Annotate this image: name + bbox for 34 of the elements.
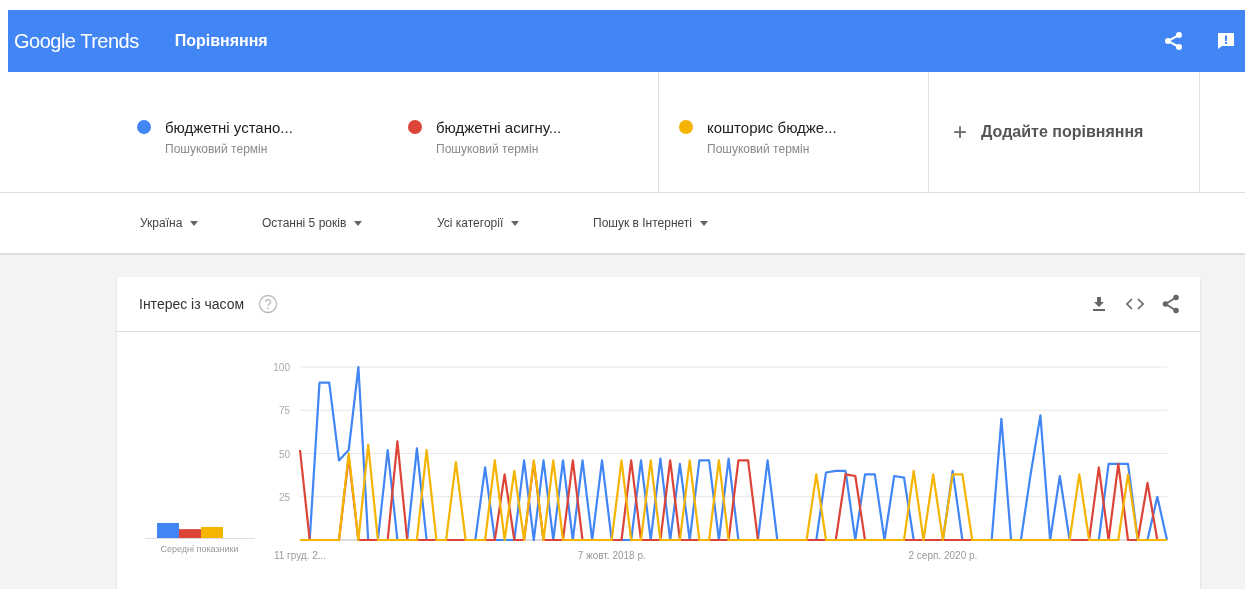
filter-dropdown[interactable]: Пошук в Інтернеті	[593, 214, 743, 232]
term-type: Пошуковий термін	[707, 140, 811, 158]
term-name: бюджетні асигну...	[436, 118, 562, 138]
term-name: бюджетні устано...	[165, 118, 293, 138]
caret-icon	[511, 220, 520, 226]
term-type: Пошуковий термін	[436, 140, 540, 158]
share-icon[interactable]	[1162, 294, 1180, 314]
x-axis-label: 2 серп. 2020 р.	[908, 550, 978, 561]
caret-icon	[190, 220, 199, 226]
add-comparison-button[interactable]: + Додайте порівняння	[928, 72, 1200, 192]
page-title: Порівняння	[174, 31, 268, 51]
y-axis-label: 25	[278, 491, 290, 503]
card-title: Інтерес із часом	[139, 294, 245, 314]
y-axis-label: 100	[273, 362, 290, 373]
search-term[interactable]: бюджетні асигну... Пошуковий термін	[400, 72, 658, 192]
x-axis-label: 7 жовт. 2018 р.	[577, 550, 646, 561]
caret-icon	[354, 220, 363, 226]
averages-label: Середні показники	[160, 543, 239, 556]
caret-icon	[699, 220, 708, 226]
feedback-icon[interactable]	[1217, 32, 1235, 50]
filter-dropdown[interactable]: Україна	[140, 214, 262, 232]
search-term[interactable]: кошторис бюдже... Пошуковий термін	[658, 72, 928, 192]
embed-icon[interactable]	[1126, 298, 1144, 310]
share-icon[interactable]	[1164, 31, 1184, 51]
term-name: кошторис бюдже...	[707, 118, 837, 138]
term-type: Пошуковий термін	[165, 140, 269, 158]
filter-dropdown[interactable]: Усі категорії	[437, 214, 593, 232]
y-axis-label: 75	[278, 405, 290, 417]
x-axis-label: 11 груд. 2...	[273, 550, 327, 561]
search-term[interactable]: бюджетні устано... Пошуковий термін	[0, 72, 400, 192]
download-icon[interactable]	[1092, 296, 1106, 312]
app-logo[interactable]: Google Trends	[14, 26, 139, 56]
filter-dropdown[interactable]: Останні 5 років	[262, 214, 437, 232]
y-axis-label: 50	[278, 448, 290, 460]
